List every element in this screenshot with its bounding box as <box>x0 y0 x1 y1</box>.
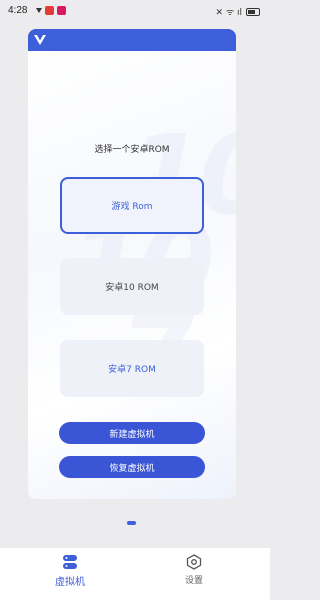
nav-item-vm[interactable]: 虚拟机 <box>30 554 110 588</box>
hexagon-settings-icon <box>186 554 202 570</box>
status-signal-text: ✕ ᯤ ıl <box>215 8 242 18</box>
page-indicator <box>127 521 136 525</box>
notification-app2-icon <box>57 6 66 15</box>
restore-vm-button[interactable]: 恢复虚拟机 <box>59 456 205 478</box>
rom-option-label: 安卓10 ROM <box>105 283 159 293</box>
status-system-icons: ✕ ᯤ ıl <box>216 5 260 18</box>
nav-item-settings[interactable]: 设置 <box>154 554 234 586</box>
notification-app-icon <box>45 6 54 15</box>
status-notification-icons <box>36 6 66 15</box>
rom-option-android7[interactable]: 安卓7 ROM <box>60 340 204 397</box>
rom-option-android10[interactable]: 安卓10 ROM <box>60 258 204 315</box>
rom-option-label: 安卓7 ROM <box>108 365 156 375</box>
rom-option-game[interactable]: 游戏 Rom <box>60 177 204 234</box>
database-icon <box>63 555 77 569</box>
battery-icon <box>246 7 260 16</box>
rom-card: 10 10 7 选择一个安卓ROM 游戏 Rom 安卓10 ROM 安卓7 RO… <box>28 29 236 499</box>
card-body: 10 10 7 选择一个安卓ROM 游戏 Rom 安卓10 ROM 安卓7 RO… <box>28 51 236 499</box>
nav-label-vm: 虚拟机 <box>55 577 85 588</box>
nav-label-settings: 设置 <box>184 576 203 586</box>
status-time: 4:28 <box>8 5 28 16</box>
new-vm-button[interactable]: 新建虚拟机 <box>59 422 205 444</box>
card-header <box>28 29 236 51</box>
status-bar: 4:28 ✕ ᯤ ıl <box>0 0 270 22</box>
rom-select-title: 选择一个安卓ROM <box>94 145 170 155</box>
bottom-nav: 虚拟机 设置 <box>0 548 270 600</box>
v-logo-icon <box>34 35 46 45</box>
rom-option-label: 游戏 Rom <box>111 202 153 212</box>
signal-arrow-icon <box>36 8 42 13</box>
